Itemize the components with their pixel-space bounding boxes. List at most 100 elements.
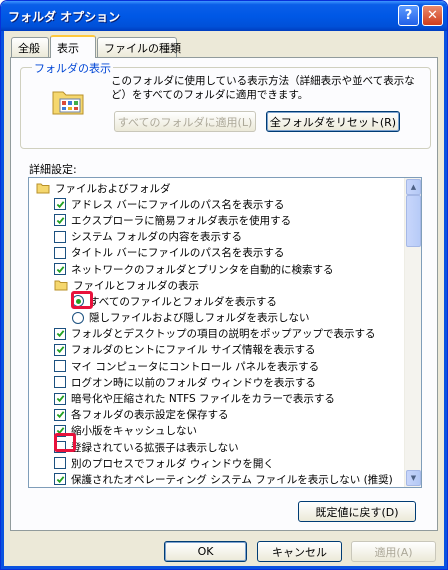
radio-wrap[interactable] bbox=[72, 295, 84, 308]
radio-selected-dot bbox=[75, 298, 81, 304]
checkbox-wrap[interactable] bbox=[54, 376, 66, 389]
checkbox-wrap[interactable] bbox=[54, 360, 66, 373]
cancel-button[interactable]: キャンセル bbox=[257, 541, 342, 562]
checkbox[interactable] bbox=[54, 424, 66, 437]
tab-label: 全般 bbox=[18, 41, 40, 55]
restore-defaults-button[interactable]: 既定値に戻す(D) bbox=[298, 501, 416, 522]
setting-label: マイ コンピュータにコントロール パネルを表示する bbox=[71, 360, 320, 373]
vertical-scrollbar[interactable]: ▲ ▼ bbox=[404, 178, 421, 487]
tab-general[interactable]: 全般 bbox=[11, 37, 49, 57]
setting-label: 縮小版をキャッシュしない bbox=[71, 425, 197, 438]
scroll-thumb[interactable] bbox=[406, 195, 421, 247]
folder-icon bbox=[36, 182, 50, 194]
window-title: フォルダ オプション bbox=[8, 10, 121, 24]
setting-label: フォルダとデスクトップの項目の説明をポップアップで表示する bbox=[71, 328, 376, 341]
checkbox[interactable] bbox=[54, 473, 66, 486]
folder-icon bbox=[54, 279, 68, 291]
tab-view[interactable]: 表示 bbox=[50, 35, 96, 58]
checkbox-wrap[interactable] bbox=[54, 424, 66, 437]
checkbox-wrap[interactable] bbox=[54, 408, 66, 421]
setting-item[interactable]: フォルダのヒントにファイル サイズ情報を表示する bbox=[29, 342, 403, 358]
setting-label: 登録されている拡張子は表示しない bbox=[71, 441, 239, 454]
folder-view-icon bbox=[52, 91, 84, 115]
tab-file-types[interactable]: ファイルの種類 bbox=[97, 37, 181, 57]
checkbox-wrap[interactable] bbox=[54, 246, 66, 259]
setting-item[interactable]: 各フォルダの表示設定を保存する bbox=[29, 407, 403, 423]
tab-label: 表示 bbox=[57, 41, 79, 55]
setting-label: フォルダのヒントにファイル サイズ情報を表示する bbox=[71, 344, 316, 357]
checkbox[interactable] bbox=[54, 198, 66, 211]
checkbox[interactable] bbox=[54, 343, 66, 356]
setting-label: システム フォルダの内容を表示する bbox=[71, 231, 243, 244]
checkbox[interactable] bbox=[54, 246, 66, 259]
setting-label: エクスプローラに簡易フォルダ表示を使用する bbox=[71, 214, 292, 227]
checkbox-wrap[interactable] bbox=[54, 441, 66, 454]
scroll-up-button[interactable]: ▲ bbox=[406, 179, 421, 195]
apply-button[interactable]: 適用(A) bbox=[351, 541, 436, 562]
folder-view-group: フォルダの表示 このフォルダに使用している表示方法（詳細表示や並べて表示など）を… bbox=[20, 60, 431, 149]
window-frame-bottom bbox=[1, 566, 447, 569]
checkbox[interactable] bbox=[54, 408, 66, 421]
checkbox-wrap[interactable] bbox=[54, 263, 66, 276]
checkbox-wrap[interactable] bbox=[54, 457, 66, 470]
checkbox-wrap[interactable] bbox=[54, 343, 66, 356]
folder-options-dialog: フォルダ オプション ? ✕ 全般 表示 ファイルの種類 フォルダの表示 このフ… bbox=[0, 0, 448, 570]
setting-item[interactable]: 縮小版をキャッシュしない bbox=[29, 423, 403, 439]
radio-button[interactable] bbox=[72, 311, 84, 324]
close-button[interactable]: ✕ bbox=[422, 5, 443, 26]
help-button[interactable]: ? bbox=[398, 5, 419, 26]
checkbox-wrap[interactable] bbox=[54, 230, 66, 243]
setting-item[interactable]: アドレス バーにファイルのパス名を表示する bbox=[29, 196, 403, 212]
setting-label: タイトル バーにファイルのパス名を表示する bbox=[71, 247, 285, 260]
setting-item[interactable]: エクスプローラに簡易フォルダ表示を使用する bbox=[29, 212, 403, 228]
checkbox[interactable] bbox=[54, 214, 66, 227]
setting-label: 各フォルダの表示設定を保存する bbox=[71, 409, 229, 422]
advanced-settings-label: 詳細設定: bbox=[29, 163, 77, 176]
tree-folder-item: ファイルとフォルダの表示 bbox=[29, 277, 403, 293]
setting-label: 別のプロセスでフォルダ ウィンドウを開く bbox=[71, 457, 274, 470]
checkbox[interactable] bbox=[54, 392, 66, 405]
setting-item[interactable]: ログオン時に以前のフォルダ ウィンドウを表示する bbox=[29, 374, 403, 390]
setting-item[interactable]: フォルダとデスクトップの項目の説明をポップアップで表示する bbox=[29, 326, 403, 342]
setting-item[interactable]: システム フォルダの内容を表示する bbox=[29, 229, 403, 245]
window-frame-left bbox=[1, 31, 4, 569]
checkbox[interactable] bbox=[54, 441, 66, 454]
checkbox[interactable] bbox=[54, 360, 66, 373]
checkbox-wrap[interactable] bbox=[54, 198, 66, 211]
radio-wrap[interactable] bbox=[72, 311, 84, 324]
setting-item[interactable]: 隠しファイルおよび隠しフォルダを表示しない bbox=[29, 310, 403, 326]
reset-all-folders-button[interactable]: 全フォルダをリセット(R) bbox=[266, 111, 400, 132]
checkbox-wrap[interactable] bbox=[54, 214, 66, 227]
setting-label: ネットワークのフォルダとプリンタを自動的に検索する bbox=[71, 263, 334, 276]
setting-item[interactable]: 保護されたオペレーティング システム ファイルを表示しない (推奨) bbox=[29, 471, 403, 487]
setting-item[interactable]: タイトル バーにファイルのパス名を表示する bbox=[29, 245, 403, 261]
checkbox-wrap[interactable] bbox=[54, 327, 66, 340]
checkbox[interactable] bbox=[54, 263, 66, 276]
ok-button[interactable]: OK bbox=[164, 541, 247, 562]
setting-label: ログオン時に以前のフォルダ ウィンドウを表示する bbox=[71, 376, 316, 389]
setting-label: アドレス バーにファイルのパス名を表示する bbox=[71, 198, 285, 211]
checkbox[interactable] bbox=[54, 457, 66, 470]
checkbox-wrap[interactable] bbox=[54, 473, 66, 486]
setting-item[interactable]: 暗号化や圧縮された NTFS ファイルをカラーで表示する bbox=[29, 390, 403, 406]
apply-to-all-folders-button[interactable]: すべてのフォルダに適用(L) bbox=[114, 111, 256, 132]
setting-label: 暗号化や圧縮された NTFS ファイルをカラーで表示する bbox=[71, 393, 335, 406]
checkbox-wrap[interactable] bbox=[54, 392, 66, 405]
checkbox[interactable] bbox=[54, 230, 66, 243]
tab-label: ファイルの種類 bbox=[104, 41, 181, 55]
setting-item[interactable]: 別のプロセスでフォルダ ウィンドウを開く bbox=[29, 455, 403, 471]
advanced-settings-rows: ファイルおよびフォルダ アドレス バーにファイルのパス名を表示する エクスプローラに… bbox=[29, 180, 403, 487]
setting-label: ファイルとフォルダの表示 bbox=[73, 279, 199, 292]
setting-item[interactable]: ネットワークのフォルダとプリンタを自動的に検索する bbox=[29, 261, 403, 277]
setting-item[interactable]: 登録されている拡張子は表示しない bbox=[29, 439, 403, 455]
setting-item[interactable]: すべてのファイルとフォルダを表示する bbox=[29, 293, 403, 309]
window-frame-right bbox=[444, 31, 447, 569]
radio-button[interactable] bbox=[72, 295, 84, 308]
checkbox[interactable] bbox=[54, 376, 66, 389]
scroll-down-button[interactable]: ▼ bbox=[406, 470, 421, 486]
setting-item[interactable]: マイ コンピュータにコントロール パネルを表示する bbox=[29, 358, 403, 374]
setting-label: 保護されたオペレーティング システム ファイルを表示しない (推奨) bbox=[71, 473, 393, 486]
title-bar[interactable]: フォルダ オプション ? ✕ bbox=[1, 1, 447, 31]
checkbox[interactable] bbox=[54, 327, 66, 340]
advanced-settings-list[interactable]: ファイルおよびフォルダ アドレス バーにファイルのパス名を表示する エクスプローラに… bbox=[28, 177, 422, 488]
